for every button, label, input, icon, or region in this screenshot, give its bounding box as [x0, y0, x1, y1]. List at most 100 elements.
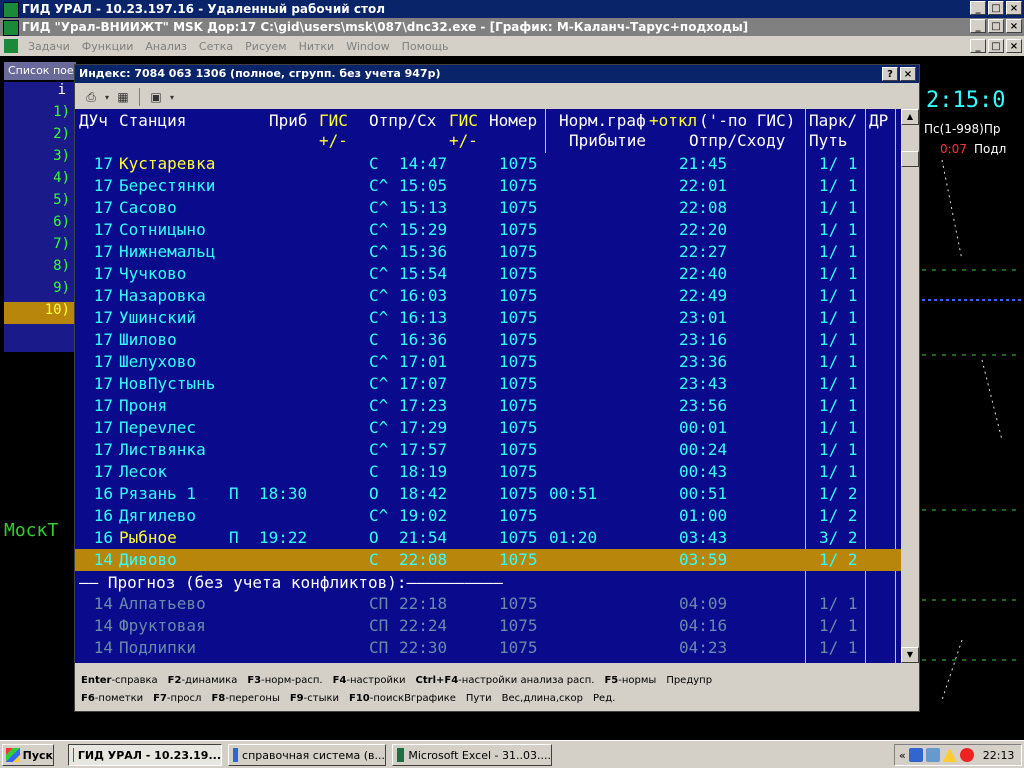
mdi-minimize-button[interactable]: _	[970, 39, 986, 53]
hotkey-item[interactable]: F4-настройки	[333, 675, 406, 686]
table-row[interactable]: 16 Дягилево С^ 19:02 1075 01:00 1/ 2	[75, 505, 901, 527]
help-task-icon	[233, 748, 239, 762]
cell-park: 1/ 1	[819, 616, 858, 635]
table-row[interactable]: 17 Проня С^ 17:23 1075 23:56 1/ 1	[75, 395, 901, 417]
stop-icon[interactable]	[959, 748, 974, 762]
app-maximize-button[interactable]: □	[988, 19, 1004, 33]
table-row[interactable]: 17 НовПустынь С^ 17:07 1075 23:43 1/ 1	[75, 373, 901, 395]
cell-dep-time: 17:29	[399, 418, 448, 437]
scroll-down-arrow[interactable]: ▼	[901, 647, 919, 663]
hotkey-item[interactable]: Пути	[466, 693, 492, 704]
list-item[interactable]: 6)	[4, 214, 74, 236]
cell-dep-time: 22:30	[399, 638, 448, 657]
hotkey-item[interactable]: F10-поискВграфике	[349, 693, 456, 704]
table-row[interactable]: 17 Чучково С^ 15:54 1075 22:40 1/ 1	[75, 263, 901, 285]
table-row[interactable]: 17 Листвянка С^ 17:57 1075 00:24 1/ 1	[75, 439, 901, 461]
save-dropdown-icon[interactable]: ▾	[168, 88, 176, 106]
close-button[interactable]: ×	[1006, 1, 1022, 15]
taskbar-task-excel[interactable]: Microsoft Excel - 31..03....	[392, 744, 552, 766]
table-vertical-scrollbar[interactable]: ▲ ▼	[901, 109, 919, 663]
forecast-row[interactable]: 14 Алпатьево СП 22:18 1075 04:09 1/ 1	[75, 593, 901, 615]
cell-dep-time: 22:08	[399, 550, 448, 569]
hotkey-item[interactable]: F2-динамика	[168, 675, 238, 686]
table-row[interactable]: 17 Кустаревка С 14:47 1075 21:45 1/ 1	[75, 153, 901, 175]
cell-dep-flag: С	[369, 154, 379, 173]
table-row[interactable]: 17 Берестянки С^ 15:05 1075 22:01 1/ 1	[75, 175, 901, 197]
list-item[interactable]: 7)	[4, 236, 74, 258]
hotkey-item[interactable]: Вес,длина,скор	[502, 693, 583, 704]
network-icon[interactable]	[908, 748, 923, 762]
table-row[interactable]: 17 Шелухово С^ 17:01 1075 23:36 1/ 1	[75, 351, 901, 373]
menu-tasks[interactable]: Задачи	[22, 40, 76, 53]
hotkey-item[interactable]: Enter-справка	[81, 675, 158, 686]
table-row[interactable]: 17 Переvлес С^ 17:29 1075 00:01 1/ 1	[75, 417, 901, 439]
table-row-selected[interactable]: 14 Дивово С 22:08 1075 03:59 1/ 2	[75, 549, 901, 571]
print-icon[interactable]: ⎙	[81, 88, 101, 106]
hotkey-item[interactable]: F8-перегоны	[211, 693, 279, 704]
cell-park: 1/ 1	[819, 638, 858, 657]
hotkey-item[interactable]: F5-нормы	[604, 675, 656, 686]
table-row[interactable]: 17 Нижнемальц С^ 15:36 1075 22:27 1/ 1	[75, 241, 901, 263]
app-close-button[interactable]: ×	[1006, 19, 1022, 33]
table-row[interactable]: 16 Рыбное П 19:22 О 21:54 1075 01:20 03:43 3/ 2	[75, 527, 901, 549]
menu-grid[interactable]: Сетка	[193, 40, 239, 53]
mdi-close-button[interactable]: ×	[1006, 39, 1022, 53]
menu-threads[interactable]: Нитки	[293, 40, 341, 53]
hotkey-item[interactable]: Предупр	[666, 675, 712, 686]
taskbar-task-gid[interactable]: ГИД УРАЛ - 10.23.19...	[68, 744, 222, 766]
table-row[interactable]: 17 Сасово С^ 15:13 1075 22:08 1/ 1	[75, 197, 901, 219]
forecast-row[interactable]: 14 Подлипки СП 22:30 1075 04:23 1/ 1	[75, 637, 901, 659]
dialog-help-button[interactable]: ?	[882, 67, 898, 81]
remote-desktop-icon	[3, 2, 19, 18]
menu-analysis[interactable]: Анализ	[139, 40, 193, 53]
train-list-title[interactable]: Список пое	[4, 62, 76, 80]
list-item[interactable]: 5)	[4, 192, 74, 214]
list-item[interactable]: 8)	[4, 258, 74, 280]
menu-functions[interactable]: Функции	[76, 40, 140, 53]
warning-icon[interactable]	[942, 748, 957, 762]
hotkey-item[interactable]: Ред.	[593, 693, 615, 704]
mdi-maximize-button[interactable]: □	[988, 39, 1004, 53]
app-minimize-button[interactable]: _	[970, 19, 986, 33]
menu-help[interactable]: Помощь	[396, 40, 455, 53]
hotkey-item[interactable]: Ctrl+F4-настройки анализа расп.	[416, 675, 595, 686]
graph-red-time: 0:07	[940, 142, 967, 156]
save-icon[interactable]: ▣	[146, 88, 166, 106]
scroll-up-arrow[interactable]: ▲	[901, 109, 919, 125]
col-arrival: Приб	[269, 111, 308, 130]
taskbar-task-help[interactable]: справочная система (в...	[228, 744, 386, 766]
minimize-button[interactable]: _	[970, 1, 986, 15]
hotkey-item[interactable]: F6-пометки	[81, 693, 143, 704]
list-item[interactable]: 2)	[4, 126, 74, 148]
cell-station: Кустаревка	[119, 154, 216, 173]
list-item[interactable]: 9)	[4, 280, 74, 302]
print-dropdown-icon[interactable]: ▾	[103, 88, 111, 106]
start-button[interactable]: Пуск	[2, 744, 54, 766]
cell-station: Нижнемальц	[119, 242, 216, 261]
table-row[interactable]: 17 Шилово С 16:36 1075 23:16 1/ 1	[75, 329, 901, 351]
cell-park: 3/ 2	[819, 528, 858, 547]
menu-window[interactable]: Window	[340, 40, 395, 53]
menu-draw[interactable]: Рисуем	[239, 40, 292, 53]
hotkey-item[interactable]: F7-просл	[153, 693, 201, 704]
table-row[interactable]: 17 Назаровка С^ 16:03 1075 22:49 1/ 1	[75, 285, 901, 307]
hotkey-item[interactable]: F9-стыки	[290, 693, 339, 704]
table-row[interactable]: 17 Ушинский С^ 16:13 1075 23:01 1/ 1	[75, 307, 901, 329]
dialog-close-button[interactable]: ×	[900, 67, 916, 81]
cell-park: 1/ 2	[819, 484, 858, 503]
table-row[interactable]: 17 Лесок С 18:19 1075 00:43 1/ 1	[75, 461, 901, 483]
cell-park: 1/ 1	[819, 286, 858, 305]
tray-expand-arrow[interactable]: «	[899, 749, 906, 762]
list-item[interactable]: 4)	[4, 170, 74, 192]
list-item[interactable]: 3)	[4, 148, 74, 170]
table-row[interactable]: 16 Рязань 1 П 18:30 О 18:42 1075 00:51 00:51 1/ 2	[75, 483, 901, 505]
scroll-thumb[interactable]	[901, 151, 919, 167]
forecast-row[interactable]: 14 Фруктовая СП 22:24 1075 04:16 1/ 1	[75, 615, 901, 637]
hotkey-item[interactable]: F3-норм-расп.	[247, 675, 322, 686]
list-item[interactable]: 1)	[4, 104, 74, 126]
excel-export-icon[interactable]: ▦	[113, 88, 133, 106]
network-icon-2[interactable]	[925, 748, 940, 762]
maximize-button[interactable]: □	[988, 1, 1004, 15]
list-item-selected[interactable]: 10)	[4, 302, 74, 324]
table-row[interactable]: 17 Сотницыно С^ 15:29 1075 22:20 1/ 1	[75, 219, 901, 241]
